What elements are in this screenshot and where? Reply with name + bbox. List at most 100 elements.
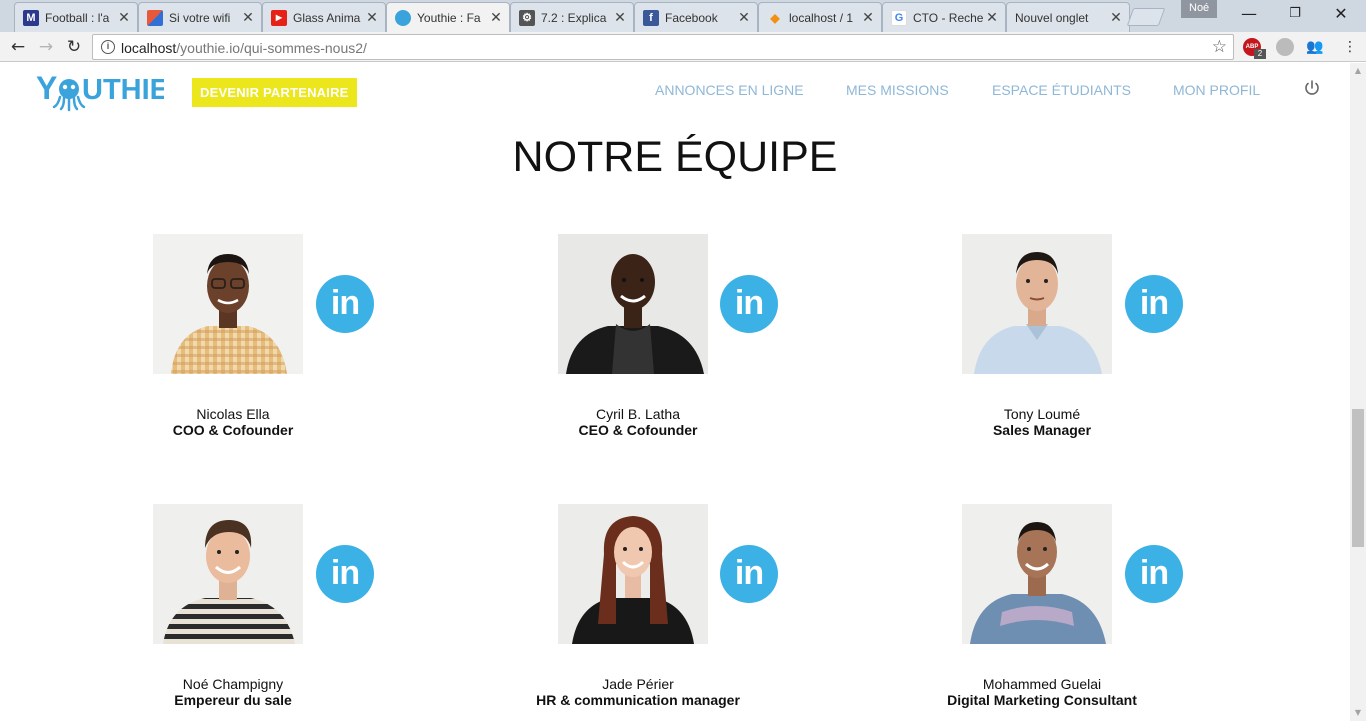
linkedin-icon[interactable]: in bbox=[1125, 545, 1183, 603]
tab-title: Youthie : Fa bbox=[417, 10, 481, 25]
close-icon[interactable]: ✕ bbox=[861, 10, 875, 26]
power-icon[interactable] bbox=[1303, 79, 1321, 97]
page-viewport: Y UTHIE DEVENIR PARTENAIRE ANNONCES EN L… bbox=[0, 63, 1350, 721]
menu-kebab-icon[interactable]: ⋮ bbox=[1338, 35, 1362, 59]
page-title: NOTRE ÉQUIPE bbox=[512, 133, 838, 181]
scroll-down-icon[interactable]: ▼ bbox=[1350, 705, 1366, 721]
member-role: COO & Cofounder bbox=[172, 422, 294, 438]
tab-8[interactable]: Nouvel onglet ✕ bbox=[1006, 2, 1130, 32]
member-name: Tony Loumé bbox=[1003, 406, 1081, 422]
member-name: Cyril B. Latha bbox=[595, 406, 681, 422]
member-name: Mohammed Guelai bbox=[982, 676, 1102, 692]
linkedin-label: in bbox=[330, 553, 360, 592]
member-name: Jade Périer bbox=[602, 676, 674, 692]
member-role: Empereur du sale bbox=[174, 692, 292, 708]
tab-title: Glass Anima bbox=[293, 10, 361, 25]
profile-chip[interactable]: Noé bbox=[1181, 0, 1218, 18]
svg-text:UTHIE: UTHIE bbox=[82, 74, 164, 106]
nav-missions[interactable]: MES MISSIONS bbox=[846, 82, 949, 98]
close-icon[interactable]: ✕ bbox=[241, 10, 255, 26]
nav-profil[interactable]: MON PROFIL bbox=[1173, 82, 1260, 98]
member-photo bbox=[153, 504, 303, 644]
scroll-thumb[interactable] bbox=[1352, 409, 1364, 547]
member-role: Sales Manager bbox=[992, 422, 1092, 438]
nav-annonces[interactable]: ANNONCES EN LIGNE bbox=[655, 82, 804, 98]
tab-0[interactable]: M Football : l'a ✕ bbox=[14, 2, 138, 32]
gear-icon: ⚙ bbox=[519, 9, 535, 26]
m-logo-icon: M bbox=[23, 9, 39, 26]
member-photo bbox=[558, 504, 708, 644]
restore-icon[interactable]: ❐ bbox=[1272, 2, 1318, 26]
bookmark-star-icon[interactable]: ☆ bbox=[1212, 37, 1227, 57]
browser-toolbar: ← → ↻ i localhost/youthie.io/qui-sommes-… bbox=[0, 32, 1366, 62]
vertical-scrollbar[interactable]: ▲ ▼ bbox=[1350, 63, 1366, 721]
adblock-badge: 2 bbox=[1254, 49, 1266, 59]
member-photo bbox=[962, 504, 1112, 644]
close-icon[interactable]: ✕ bbox=[489, 10, 503, 26]
tab-2[interactable]: ▶ Glass Anima ✕ bbox=[262, 2, 386, 32]
youtube-icon: ▶ bbox=[271, 9, 287, 26]
member-photo bbox=[962, 234, 1112, 374]
minimize-icon[interactable]: — bbox=[1226, 2, 1272, 26]
nav-espace-etudiants[interactable]: ESPACE ÉTUDIANTS bbox=[992, 82, 1131, 98]
linkedin-icon[interactable]: in bbox=[316, 275, 374, 333]
linkedin-icon[interactable]: in bbox=[720, 275, 778, 333]
member-role: HR & communication manager bbox=[536, 692, 740, 708]
close-icon[interactable]: ✕ bbox=[1109, 10, 1123, 26]
users-extension-icon[interactable]: 👥 bbox=[1306, 38, 1324, 56]
phpmyadmin-icon: ◆ bbox=[770, 10, 780, 25]
youthie-logo-icon: Y UTHIE bbox=[36, 70, 164, 112]
google-icon: G bbox=[891, 9, 907, 26]
member-name: Nicolas Ella bbox=[196, 406, 270, 422]
linkedin-label: in bbox=[734, 283, 764, 322]
close-icon[interactable]: ✕ bbox=[737, 10, 751, 26]
close-icon[interactable]: ✕ bbox=[985, 10, 999, 26]
tab-title: Si votre wifi bbox=[169, 10, 231, 25]
close-icon[interactable]: ✕ bbox=[365, 10, 379, 26]
tab-6[interactable]: ◆ localhost / 1 ✕ bbox=[758, 2, 882, 32]
linkedin-icon[interactable]: in bbox=[1125, 275, 1183, 333]
linkedin-icon[interactable]: in bbox=[720, 545, 778, 603]
new-tab-button[interactable] bbox=[1126, 8, 1166, 26]
window-close-icon[interactable]: ✕ bbox=[1318, 2, 1364, 26]
youthie-icon bbox=[395, 9, 411, 26]
linkedin-label: in bbox=[734, 553, 764, 592]
linkedin-label: in bbox=[1139, 553, 1169, 592]
url-text: localhost/youthie.io/qui-sommes-nous2/ bbox=[121, 40, 367, 56]
tab-strip: M Football : l'a ✕ Si votre wifi ✕ ▶ Gla… bbox=[0, 0, 1366, 32]
svg-text:Y: Y bbox=[36, 70, 57, 106]
become-partner-button[interactable]: DEVENIR PARTENAIRE bbox=[192, 78, 357, 107]
linkedin-label: in bbox=[1139, 283, 1169, 322]
tab-title: Nouvel onglet bbox=[1015, 10, 1089, 25]
close-icon[interactable]: ✕ bbox=[613, 10, 627, 26]
tab-7[interactable]: G CTO - Reche ✕ bbox=[882, 2, 1006, 32]
tab-1[interactable]: Si votre wifi ✕ bbox=[138, 2, 262, 32]
scroll-up-icon[interactable]: ▲ bbox=[1350, 63, 1366, 79]
member-role: CEO & Cofounder bbox=[578, 422, 698, 438]
forward-icon[interactable]: → bbox=[34, 35, 58, 59]
address-bar[interactable]: i localhost/youthie.io/qui-sommes-nous2/… bbox=[92, 34, 1234, 60]
article-icon bbox=[147, 9, 163, 26]
member-photo bbox=[153, 234, 303, 374]
tab-title: Football : l'a bbox=[45, 10, 110, 25]
extension-icon[interactable] bbox=[1276, 38, 1294, 56]
tab-title: Facebook bbox=[665, 10, 718, 25]
tab-4[interactable]: ⚙ 7.2 : Explica ✕ bbox=[510, 2, 634, 32]
member-photo bbox=[558, 234, 708, 374]
reload-icon[interactable]: ↻ bbox=[62, 35, 86, 59]
close-icon[interactable]: ✕ bbox=[117, 10, 131, 26]
tab-title: 7.2 : Explica bbox=[541, 10, 607, 25]
facebook-icon: f bbox=[643, 9, 659, 26]
member-name: Noé Champigny bbox=[182, 676, 284, 692]
url-path: /youthie.io/qui-sommes-nous2/ bbox=[176, 40, 367, 56]
tab-title: localhost / 1 bbox=[789, 10, 854, 25]
tab-5[interactable]: f Facebook ✕ bbox=[634, 2, 758, 32]
tab-3[interactable]: Youthie : Fa ✕ bbox=[386, 2, 510, 32]
tab-title: CTO - Reche bbox=[913, 10, 984, 25]
linkedin-icon[interactable]: in bbox=[316, 545, 374, 603]
site-logo[interactable]: Y UTHIE bbox=[36, 69, 164, 113]
url-host: localhost bbox=[121, 40, 177, 56]
back-icon[interactable]: ← bbox=[6, 35, 30, 59]
info-icon[interactable]: i bbox=[101, 40, 115, 54]
member-role: Digital Marketing Consultant bbox=[947, 692, 1137, 708]
